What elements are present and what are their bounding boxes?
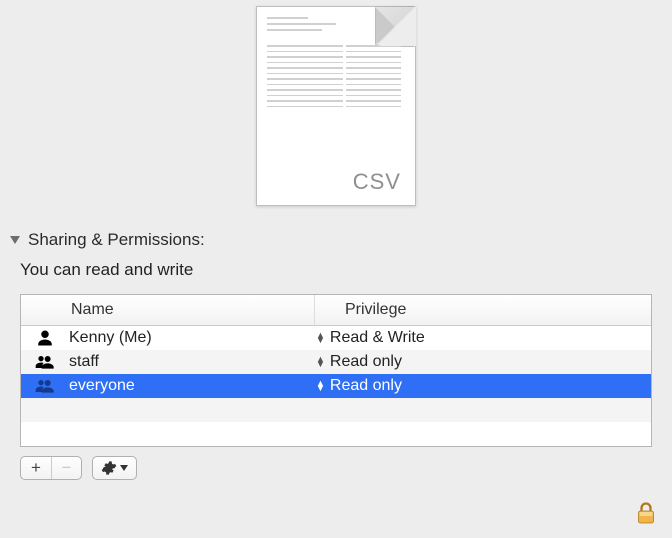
privilege-menu[interactable]: ▲▼ Read only bbox=[316, 353, 651, 371]
table-row[interactable]: staff▲▼ Read only bbox=[21, 350, 651, 374]
add-button[interactable]: + bbox=[21, 457, 51, 479]
privilege-menu[interactable]: ▲▼ Read & Write bbox=[316, 329, 651, 347]
privilege-value: Read only bbox=[330, 377, 402, 395]
action-menu-button[interactable] bbox=[92, 456, 137, 480]
file-preview-area: CSV bbox=[0, 0, 672, 220]
row-name: Kenny (Me) bbox=[69, 329, 315, 347]
person-icon bbox=[31, 329, 59, 347]
up-down-icon: ▲▼ bbox=[316, 381, 325, 391]
sharing-permissions-header[interactable]: Sharing & Permissions: bbox=[0, 220, 672, 258]
up-down-icon: ▲▼ bbox=[316, 357, 325, 367]
table-row[interactable]: Kenny (Me)▲▼ Read & Write bbox=[21, 326, 651, 350]
privilege-menu[interactable]: ▲▼ Read only bbox=[316, 377, 651, 395]
add-remove-segment: + − bbox=[20, 456, 82, 480]
table-toolbar: + − bbox=[20, 453, 672, 483]
column-header-privilege[interactable]: Privilege bbox=[315, 295, 651, 325]
table-row bbox=[21, 422, 651, 446]
lock-button[interactable] bbox=[636, 502, 656, 528]
up-down-icon: ▲▼ bbox=[316, 333, 325, 343]
document-icon: CSV bbox=[256, 6, 416, 206]
column-header-name[interactable]: Name bbox=[21, 295, 315, 325]
privilege-value: Read only bbox=[330, 353, 402, 371]
lock-icon bbox=[636, 502, 656, 524]
remove-button[interactable]: − bbox=[51, 457, 81, 479]
row-name: staff bbox=[69, 353, 315, 371]
privilege-value: Read & Write bbox=[330, 329, 425, 347]
chevron-down-icon bbox=[120, 465, 128, 471]
table-row bbox=[21, 398, 651, 422]
section-title: Sharing & Permissions: bbox=[28, 230, 205, 250]
table-header: Name Privilege bbox=[21, 295, 651, 326]
gear-icon bbox=[101, 460, 117, 476]
group-icon bbox=[31, 378, 59, 394]
permissions-table: Name Privilege Kenny (Me)▲▼Read & Writes… bbox=[20, 294, 652, 447]
permission-status: You can read and write bbox=[0, 258, 672, 294]
row-name: everyone bbox=[69, 377, 315, 395]
document-type-badge: CSV bbox=[353, 169, 401, 195]
table-row[interactable]: everyone▲▼ Read only bbox=[21, 374, 651, 398]
disclosure-triangle-icon bbox=[10, 236, 20, 244]
group-icon bbox=[31, 354, 59, 370]
